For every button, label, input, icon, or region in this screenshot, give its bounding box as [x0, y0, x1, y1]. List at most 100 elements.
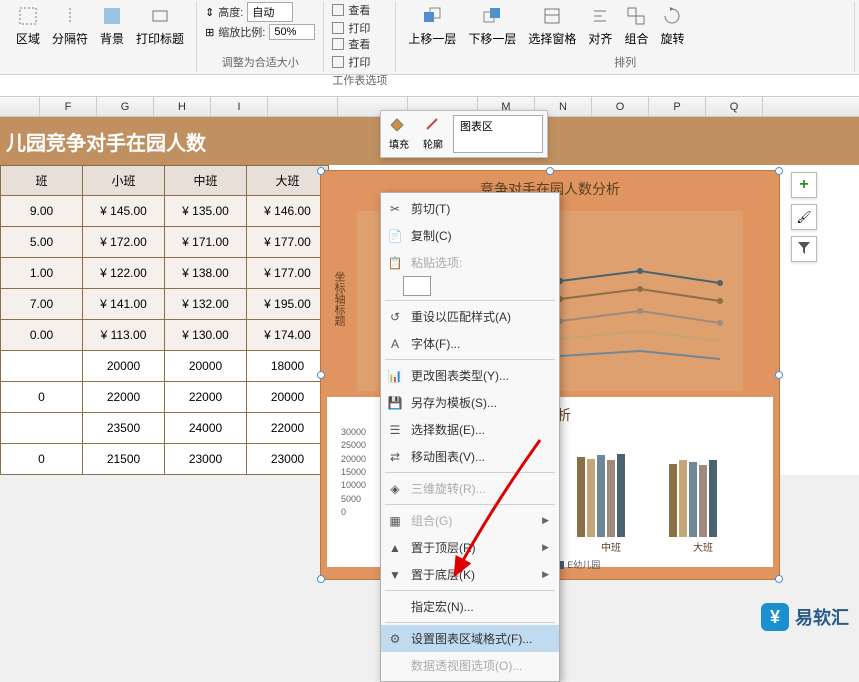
- view-checkbox-2[interactable]: [332, 38, 344, 50]
- mini-toolbar: 填充 轮廓 图表区: [380, 110, 548, 158]
- context-menu: ✂ 剪切(T) 📄复制(C) 📋 粘贴选项: ↺重设以匹配样式(A) A字体(F).…: [380, 192, 560, 682]
- menu-to-front[interactable]: ▲置于顶层(R)▶: [381, 534, 559, 561]
- submenu-arrow-icon: ▶: [542, 569, 549, 580]
- select-data-icon: ☰: [387, 422, 403, 438]
- background-icon: [100, 4, 124, 28]
- region-icon: [16, 4, 40, 28]
- ribbon-label: 下移一层: [468, 30, 516, 47]
- menu-label: 更改图表类型(Y)...: [411, 367, 509, 384]
- menu-save-template[interactable]: 💾另存为模板(S)...: [381, 389, 559, 416]
- chart-type-icon: 📊: [387, 368, 403, 384]
- bar-group: [669, 460, 737, 537]
- col-header[interactable]: P: [649, 97, 706, 116]
- mini-outline-button[interactable]: 轮廓: [419, 115, 447, 153]
- arrows-icon: ⇕: [205, 6, 214, 19]
- menu-font[interactable]: A字体(F)...: [381, 330, 559, 357]
- rotate-3d-icon: ◈: [387, 481, 403, 497]
- menu-group: ▦组合(G)▶: [381, 507, 559, 534]
- send-backward-button[interactable]: 下移一层: [464, 2, 520, 49]
- col-header[interactable]: [268, 97, 338, 116]
- group-menu-icon: ▦: [387, 513, 403, 529]
- menu-label: 重设以匹配样式(A): [411, 308, 511, 325]
- col-header[interactable]: Q: [706, 97, 763, 116]
- send-backward-icon: [480, 4, 504, 28]
- resize-handle[interactable]: [317, 575, 325, 583]
- table-row: 235002400022000: [1, 413, 329, 444]
- paste-thumbnail[interactable]: [403, 276, 431, 296]
- menu-move-chart[interactable]: ⇄移动图表(V)...: [381, 443, 559, 470]
- rotate-button[interactable]: 旋转: [656, 2, 688, 49]
- resize-handle[interactable]: [775, 371, 783, 379]
- ribbon-print-titles-button[interactable]: 打印标题: [132, 2, 188, 49]
- plus-icon: +: [799, 176, 808, 194]
- menu-to-back[interactable]: ▼ 置于底层(K) ▶: [381, 561, 559, 588]
- resize-handle[interactable]: [775, 167, 783, 175]
- scale-dropdown[interactable]: 50%: [269, 24, 315, 40]
- menu-select-data[interactable]: ☰ 选择数据(E)...: [381, 416, 559, 443]
- table-row: 1.00¥ 122.00¥ 138.00¥ 177.00: [1, 258, 329, 289]
- ribbon-breaks-button[interactable]: 分隔符: [48, 2, 92, 49]
- resize-handle[interactable]: [546, 167, 554, 175]
- bring-forward-icon: [420, 4, 444, 28]
- menu-format-chart-area[interactable]: ⚙设置图表区域格式(F)...: [381, 625, 559, 652]
- resize-handle[interactable]: [317, 167, 325, 175]
- data-table: 班 小班 中班 大班 9.00¥ 145.00¥ 135.00¥ 146.00 …: [0, 165, 329, 475]
- scissors-icon: ✂: [387, 201, 403, 217]
- chart-styles-button[interactable]: 🖌: [791, 204, 817, 230]
- brush-icon: 🖌: [796, 210, 811, 224]
- group-label: 工作表选项: [332, 70, 387, 90]
- menu-assign-macro[interactable]: 指定宏(N)...: [381, 593, 559, 620]
- copy-icon: 📄: [387, 228, 403, 244]
- menu-sep: [385, 590, 555, 591]
- chart-filters-button[interactable]: [791, 236, 817, 262]
- pivot-icon: [387, 658, 403, 674]
- menu-label: 选择数据(E)...: [411, 421, 485, 438]
- mini-fill-button[interactable]: 填充: [385, 115, 413, 153]
- ribbon-label: 组合: [624, 30, 648, 47]
- menu-sep: [385, 300, 555, 301]
- bring-forward-button[interactable]: 上移一层: [404, 2, 460, 49]
- menu-cut[interactable]: ✂ 剪切(T): [381, 195, 559, 222]
- menu-label: 剪切(T): [411, 200, 450, 217]
- menu-label: 置于底层(K): [411, 566, 475, 583]
- y-axis-label[interactable]: 坐标轴标题: [331, 271, 347, 326]
- chart-elements-button[interactable]: +: [791, 172, 817, 198]
- menu-3d-rotate: ◈三维旋转(R)...: [381, 475, 559, 502]
- ribbon-label: 旋转: [660, 30, 684, 47]
- col-header[interactable]: O: [592, 97, 649, 116]
- menu-copy[interactable]: 📄复制(C): [381, 222, 559, 249]
- resize-handle[interactable]: [317, 371, 325, 379]
- menu-label: 置于顶层(R): [411, 539, 476, 556]
- ribbon-background-button[interactable]: 背景: [96, 2, 128, 49]
- col-header[interactable]: H: [154, 97, 211, 116]
- chart-element-combo[interactable]: 图表区: [453, 115, 543, 153]
- breaks-icon: [58, 4, 82, 28]
- clipboard-icon: 📋: [387, 255, 403, 271]
- print-checkbox-1[interactable]: [332, 22, 344, 34]
- align-button[interactable]: 对齐: [584, 2, 616, 49]
- ribbon-region-button[interactable]: 区域: [12, 2, 44, 49]
- paint-bucket-icon: [391, 117, 407, 134]
- height-dropdown[interactable]: 自动: [247, 2, 293, 22]
- print-checkbox-2[interactable]: [332, 56, 344, 68]
- th[interactable]: 班: [1, 166, 83, 196]
- menu-change-type[interactable]: 📊 更改图表类型(Y)...: [381, 362, 559, 389]
- menu-label: 粘贴选项:: [411, 254, 462, 271]
- th[interactable]: 中班: [165, 166, 247, 196]
- resize-handle[interactable]: [775, 575, 783, 583]
- print-label2: 打印: [348, 54, 370, 70]
- menu-sep: [385, 622, 555, 623]
- mini-label: 轮廓: [423, 136, 443, 151]
- formula-bar[interactable]: [0, 75, 859, 97]
- view-checkbox-1[interactable]: [332, 4, 344, 16]
- th[interactable]: 小班: [83, 166, 165, 196]
- col-header[interactable]: F: [40, 97, 97, 116]
- menu-reset[interactable]: ↺重设以匹配样式(A): [381, 303, 559, 330]
- group-button[interactable]: 组合: [620, 2, 652, 49]
- selection-pane-button[interactable]: 选择窗格: [524, 2, 580, 49]
- to-back-icon: ▼: [387, 567, 403, 583]
- col-header[interactable]: I: [211, 97, 268, 116]
- menu-label: 组合(G): [411, 512, 452, 529]
- col-header[interactable]: G: [97, 97, 154, 116]
- menu-label: 指定宏(N)...: [411, 598, 474, 615]
